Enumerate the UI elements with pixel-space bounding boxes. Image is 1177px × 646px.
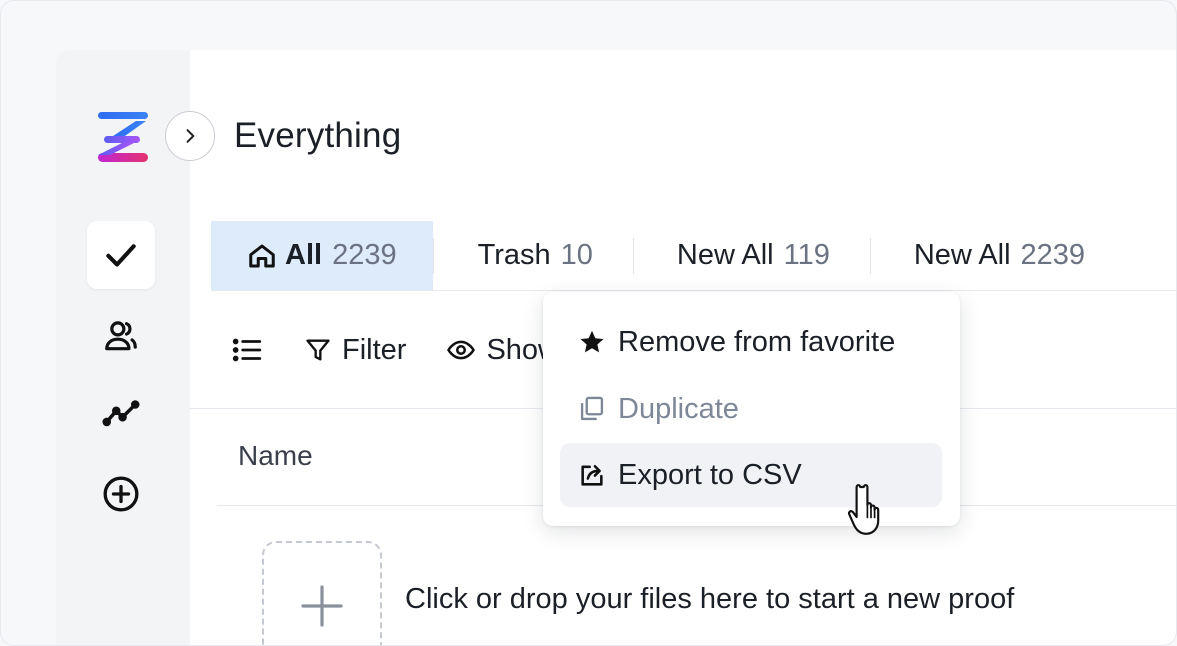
star-icon — [580, 330, 604, 353]
toolbar: Filter Show — [230, 326, 559, 374]
tab-label: New All — [676, 239, 774, 271]
column-header-name[interactable]: Name — [238, 440, 313, 472]
tab-label: Trash — [477, 239, 551, 271]
export-icon — [581, 464, 603, 486]
app-frame: Everything All 2239 Trash 10 New All 119… — [0, 0, 1177, 646]
nav-users[interactable] — [87, 302, 155, 370]
users-icon — [105, 321, 137, 351]
menu-item-label: Remove from favorite — [618, 325, 896, 358]
eye-icon — [447, 340, 476, 360]
tab-all[interactable]: All 2239 — [211, 221, 433, 290]
upload-dropzone[interactable] — [262, 541, 382, 645]
activity-icon — [102, 400, 140, 427]
chevron-right-icon — [186, 129, 195, 143]
check-icon — [106, 244, 136, 267]
filter-label: Filter — [342, 333, 407, 366]
tab-label: New All — [913, 239, 1011, 271]
tab-count: 10 — [560, 239, 593, 271]
menu-item-label: Duplicate — [618, 392, 739, 425]
list-view-button[interactable] — [230, 333, 264, 367]
nav-tasks[interactable] — [87, 221, 155, 289]
tab-label: All — [285, 239, 323, 271]
tab-count: 2239 — [1020, 239, 1086, 271]
tab-count: 119 — [783, 239, 830, 271]
app-window: Everything All 2239 Trash 10 New All 119… — [56, 50, 1176, 645]
list-icon — [232, 338, 262, 362]
nav-add[interactable] — [87, 460, 155, 528]
dropzone-text: Click or drop your files here to start a… — [405, 583, 1015, 615]
view-tabs: All 2239 Trash 10 New All 119 New All 22… — [211, 221, 1176, 291]
tab-new-all-1[interactable]: New All 119 — [634, 221, 870, 290]
home-icon — [249, 244, 275, 267]
tab-count: 2239 — [332, 239, 397, 271]
tab-trash[interactable]: Trash 10 — [434, 221, 633, 290]
page-title: Everything — [234, 116, 402, 155]
nav-activity[interactable] — [87, 380, 155, 448]
plus-icon — [301, 585, 343, 627]
app-logo — [98, 112, 148, 162]
menu-item-label: Export to CSV — [618, 458, 802, 491]
hand-pointer-icon — [848, 484, 880, 535]
plus-circle-icon — [103, 476, 139, 512]
filter-button[interactable]: Filter — [304, 334, 406, 367]
expand-sidebar-button[interactable] — [165, 111, 215, 161]
filter-icon — [306, 339, 330, 361]
menu-item-remove-favorite[interactable]: Remove from favorite — [560, 310, 942, 374]
menu-item-duplicate[interactable]: Duplicate — [560, 377, 942, 441]
tab-new-all-2[interactable]: New All 2239 — [871, 221, 1105, 290]
copy-icon — [580, 396, 604, 421]
context-menu: Remove from favorite Duplicate Export to… — [543, 292, 960, 526]
